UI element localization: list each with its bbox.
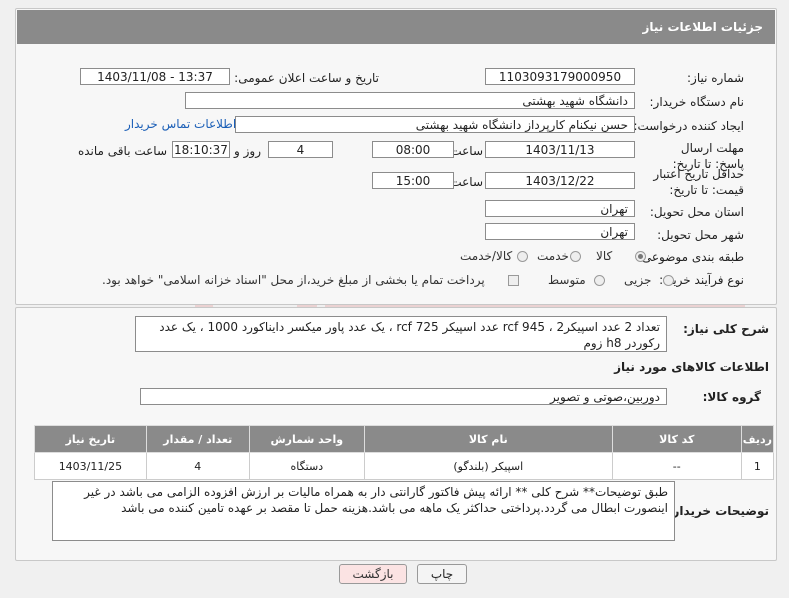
process-radio-medium[interactable] <box>594 275 605 286</box>
cell-item-code: -- <box>611 452 742 480</box>
announce-label: تاریخ و ساعت اعلان عمومی: <box>234 71 379 85</box>
treasury-payment-note: پرداخت تمام یا بخشی از مبلغ خرید،از محل … <box>102 273 485 287</box>
validity-date-field: 1403/12/22 <box>485 172 635 189</box>
category-radio-goods[interactable] <box>635 251 646 262</box>
cell-quantity: 4 <box>145 452 250 480</box>
buyer-notes-field: طبق توضیحات** شرح کلی ** ارائه پیش فاکتو… <box>52 481 675 541</box>
remaining-time-label: ساعت باقی مانده <box>77 144 167 158</box>
days-label: روز و <box>234 144 261 158</box>
remaining-time-field: 18:10:37 <box>172 141 230 158</box>
buyer-notes-label: توضیحات خریدار: <box>667 504 769 518</box>
cell-item-name: اسپیکر (بلندگو) <box>363 452 613 480</box>
col-need-date: تاریخ نیاز <box>34 425 147 453</box>
category-label: طبقه بندی موضوعی: <box>637 250 744 264</box>
col-quantity: تعداد / مقدار <box>145 425 250 453</box>
city-label: شهر محل تحویل: <box>657 228 744 242</box>
process-option-minor: جزیی <box>624 273 652 287</box>
buyer-field: دانشگاه شهید بهشتی <box>185 92 635 109</box>
print-button[interactable]: چاپ <box>417 564 467 584</box>
col-row-number: ردیف <box>740 425 775 453</box>
buyer-contact-link[interactable]: اطلاعات تماس خریدار <box>125 117 236 131</box>
description-field: تعداد 2 عدد اسپیکر2 ، rcf 945 عدد اسپیکر… <box>135 316 667 352</box>
city-field: تهران <box>485 223 635 240</box>
goods-group-field: دوربین،صوتی و تصویر <box>140 388 667 405</box>
panel-header: جزئیات اطلاعات نیاز <box>17 10 775 44</box>
back-button[interactable]: بازگشت <box>339 564 407 584</box>
process-radio-minor[interactable] <box>663 275 674 286</box>
need-number-field: 1103093179000950 <box>485 68 635 85</box>
category-radio-service[interactable] <box>570 251 581 262</box>
table-header-row: ردیف کد کالا نام کالا واحد شمارش تعداد /… <box>34 425 775 453</box>
cell-need-date: 1403/11/25 <box>34 452 147 480</box>
buyer-label: نام دستگاه خریدار: <box>649 95 745 109</box>
deadline-time-field: 08:00 <box>372 141 454 158</box>
creator-label: ایجاد کننده درخواست: <box>633 119 744 133</box>
category-radio-goods-service[interactable] <box>517 251 528 262</box>
table-row[interactable]: 1 -- اسپیکر (بلندگو) دستگاه 4 1403/11/25 <box>34 452 775 480</box>
deadline-date-field: 1403/11/13 <box>485 141 635 158</box>
creator-field: حسن نیکنام کارپرداز دانشگاه شهید بهشتی <box>235 116 635 133</box>
description-label: شرح کلی نیاز: <box>683 322 769 336</box>
province-field: تهران <box>485 200 635 217</box>
validity-time-label: ساعت <box>450 175 483 189</box>
announce-datetime-field: 1403/11/08 - 13:37 <box>80 68 230 85</box>
validity-time-field: 15:00 <box>372 172 454 189</box>
days-remaining-field: 4 <box>268 141 333 158</box>
deadline-time-label: ساعت <box>450 144 483 158</box>
col-item-code: کد کالا <box>611 425 742 453</box>
cell-row-number: 1 <box>740 452 775 480</box>
goods-table: ردیف کد کالا نام کالا واحد شمارش تعداد /… <box>34 425 775 480</box>
price-validity-label: حداقل تاریخ اعتبار قیمت: تا تاریخ: <box>653 167 744 197</box>
panel-title: جزئیات اطلاعات نیاز <box>642 20 763 34</box>
category-option-service: خدمت <box>537 249 569 263</box>
category-option-goods-service: کالا/خدمت <box>460 249 513 263</box>
treasury-payment-checkbox[interactable] <box>508 275 519 286</box>
process-option-medium: متوسط <box>548 273 586 287</box>
goods-group-label: گروه کالا: <box>702 390 761 404</box>
category-option-goods: کالا <box>596 249 613 263</box>
province-label: استان محل تحویل: <box>649 205 744 219</box>
col-item-name: نام کالا <box>363 425 613 453</box>
need-number-label: شماره نیاز: <box>687 71 744 85</box>
col-unit: واحد شمارش <box>248 425 365 453</box>
cell-unit: دستگاه <box>248 452 365 480</box>
goods-section-title: اطلاعات کالاهای مورد نیاز <box>614 360 769 374</box>
